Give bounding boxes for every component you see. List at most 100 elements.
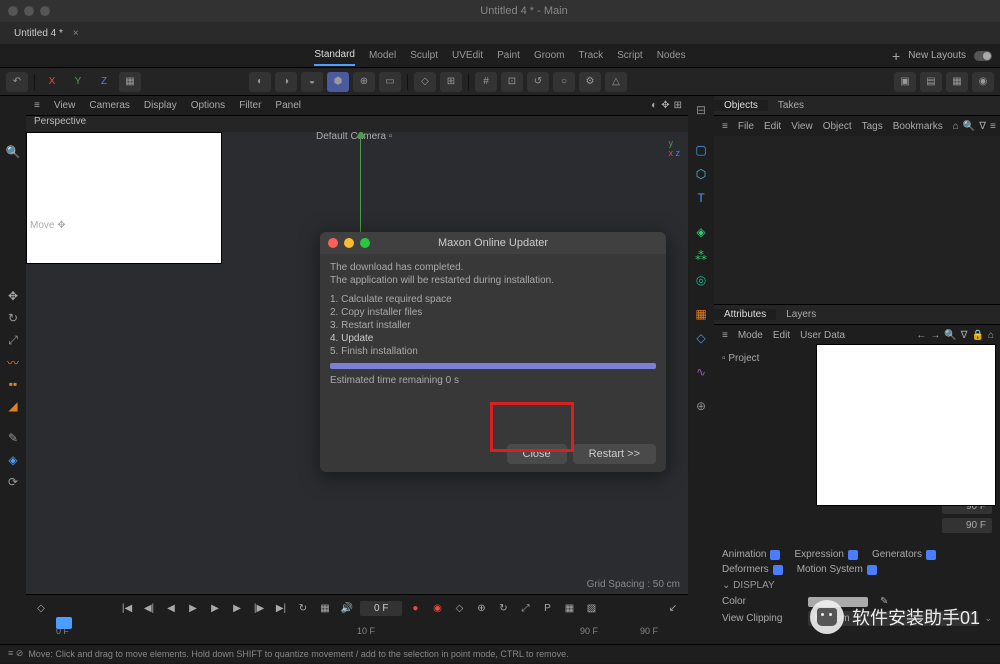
view-menu-panel[interactable]: Panel [275,100,301,111]
new-layouts-label[interactable]: New Layouts [908,50,966,61]
axis-x-button[interactable]: X [41,72,63,92]
spline-tool-icon[interactable]: 〰 [3,352,23,372]
current-frame[interactable]: 0 F [360,601,402,616]
view-menu-filter[interactable]: Filter [239,100,261,111]
tl-autokey-icon[interactable]: ◉ [428,599,446,617]
tool-grid-icon[interactable]: # [475,72,497,92]
check-deformers[interactable] [773,565,783,575]
view-menu-options[interactable]: Options [191,100,225,111]
layout-standard[interactable]: Standard [314,49,355,66]
filter-icon[interactable]: ∇ [961,330,968,341]
display-section[interactable]: ⌄ DISPLAY [722,577,992,594]
layout-nodes[interactable]: Nodes [657,50,686,61]
tl-pos-icon[interactable]: ⊕ [472,599,490,617]
traffic-min[interactable] [24,6,34,16]
layout-toggle[interactable] [974,51,992,61]
objects-view[interactable]: View [791,121,813,132]
tl-next-frame-icon[interactable]: ▶ [228,599,246,617]
tl-loop-icon[interactable]: ↻ [294,599,312,617]
tool-world-icon[interactable]: ▦ [119,72,141,92]
attr-edit[interactable]: Edit [773,330,790,341]
tl-play-icon[interactable]: ▶ [206,599,224,617]
tab-layers[interactable]: Layers [776,309,826,320]
paint-tool-icon[interactable]: ✎ [3,428,23,448]
check-animation[interactable] [770,550,780,560]
tl-goto-start-icon[interactable]: |◀ [118,599,136,617]
tool-snap-icon[interactable]: ⊞ [440,72,462,92]
hamburger-icon[interactable]: ≡ [34,100,40,111]
hamburger-icon[interactable]: ≡ [722,330,728,341]
check-generators[interactable] [926,550,936,560]
attr-userdata[interactable]: User Data [800,330,845,341]
tl-scale-icon[interactable]: ⤢ [516,599,534,617]
home-icon[interactable]: ⌂ [953,121,959,132]
traffic-close[interactable] [8,6,18,16]
tool-cube-icon[interactable]: ⬢ [327,72,349,92]
tag-icon[interactable]: ◇ [691,328,711,348]
tool-icon[interactable]: ↺ [527,72,549,92]
tl-prev-frame-icon[interactable]: ◀ [162,599,180,617]
rotate-tool-icon[interactable]: ↻ [3,308,23,328]
view-menu-display[interactable]: Display [144,100,177,111]
layout-paint[interactable]: Paint [497,50,520,61]
search-icon[interactable]: 🔍 [944,330,956,341]
tool-icon[interactable]: ⟳ [3,472,23,492]
objects-edit[interactable]: Edit [764,121,781,132]
layout-script[interactable]: Script [617,50,643,61]
text-icon[interactable]: T [691,188,711,208]
check-expression[interactable] [848,550,858,560]
tool-icon[interactable]: ◇ [414,72,436,92]
val-90f2[interactable]: 90 F [942,518,992,533]
timeline-ruler[interactable]: 0 F 10 F 90 F 90 F [26,621,688,641]
scale-tool-icon[interactable]: ⤢ [3,330,23,350]
tool-icon[interactable]: △ [605,72,627,92]
objects-object[interactable]: Object [823,121,852,132]
tl-param-icon[interactable]: P [538,599,556,617]
objects-bookmarks[interactable]: Bookmarks [893,121,943,132]
layout-model[interactable]: Model [369,50,396,61]
tl-play-back-icon[interactable]: ▶ [184,599,202,617]
menu-icon[interactable]: ≡ [990,121,996,132]
tl-prev-key-icon[interactable]: ◀| [140,599,158,617]
doc-tab-close-icon[interactable]: × [73,28,79,39]
search-icon[interactable]: 🔍 [963,121,975,132]
check-motion-system[interactable] [867,565,877,575]
view-nav-icon[interactable]: ✥ [661,100,669,111]
separator-icon[interactable]: ⊟ [691,100,711,120]
render-picture-icon[interactable]: ▦ [946,72,968,92]
render-settings-icon[interactable]: ▤ [920,72,942,92]
layout-track[interactable]: Track [579,50,604,61]
layout-sculpt[interactable]: Sculpt [410,50,438,61]
view-nav-icon[interactable]: ⊞ [674,100,682,111]
axis-y-button[interactable]: Y [67,72,89,92]
sculpt-tool-icon[interactable]: ◢ [3,396,23,416]
tab-takes[interactable]: Takes [768,100,814,111]
restart-button[interactable]: Restart >> [573,444,656,464]
tool-icon[interactable]: ◈ [3,450,23,470]
doc-tab-untitled[interactable]: Untitled 4 * [14,28,73,39]
tab-attributes[interactable]: Attributes [714,309,776,320]
axis-z-button[interactable]: Z [93,72,115,92]
tl-goto-end-icon[interactable]: ▶| [272,599,290,617]
tool-icon[interactable]: ◑ [275,72,297,92]
cube-primitive-icon[interactable]: ▢ [691,140,711,160]
tl-key-icon[interactable]: ◇ [450,599,468,617]
tool-icon[interactable]: ◐ [249,72,271,92]
layout-uvedit[interactable]: UVEdit [452,50,483,61]
tl-record-icon[interactable]: ● [406,599,424,617]
add-layout-icon[interactable]: + [892,48,900,64]
close-button[interactable]: Close [507,444,567,464]
tl-collapse-icon[interactable]: ↙ [664,599,682,617]
attr-mode[interactable]: Mode [738,330,763,341]
home-icon[interactable]: ⌂ [988,330,994,341]
forward-icon[interactable]: → [930,330,940,341]
tl-icon[interactable]: ▨ [582,599,600,617]
view-nav-icon[interactable]: ◐ [651,100,657,111]
tool-icon[interactable]: ◒ [301,72,323,92]
view-menu-cameras[interactable]: Cameras [89,100,130,111]
tl-rot-icon[interactable]: ↻ [494,599,512,617]
parametric-icon[interactable]: ⬡ [691,164,711,184]
tl-icon[interactable]: ◇ [32,599,50,617]
tool-undo-icon[interactable]: ↶ [6,72,28,92]
layout-groom[interactable]: Groom [534,50,565,61]
